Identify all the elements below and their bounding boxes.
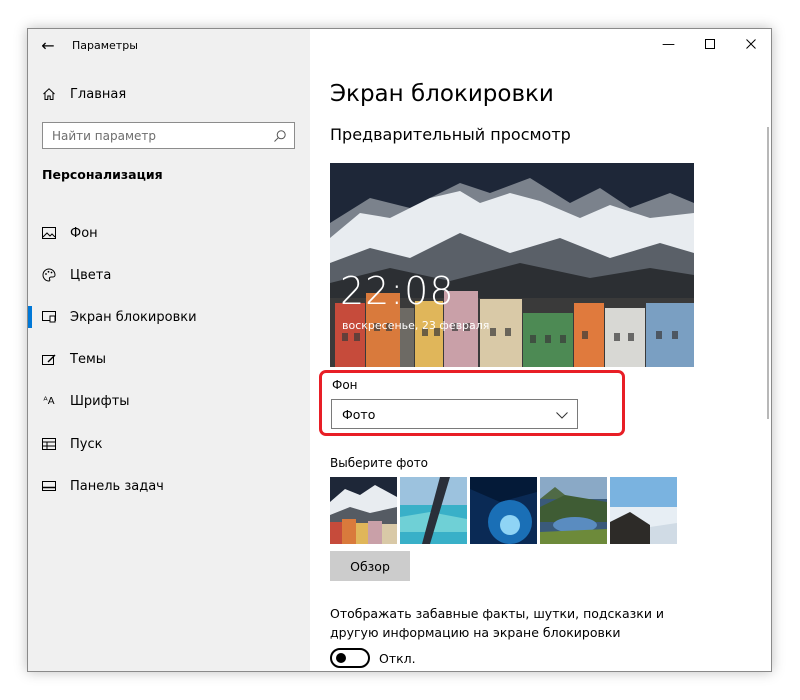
fun-facts-label: Отображать забавные факты, шутки, подска… xyxy=(330,606,665,640)
maximize-button[interactable] xyxy=(689,29,730,59)
themes-icon xyxy=(42,353,56,367)
palette-icon xyxy=(42,268,56,282)
photo-thumbnail-fjord[interactable] xyxy=(540,477,607,544)
sidebar-item-start[interactable]: Пуск xyxy=(28,423,310,465)
choose-photo-label: Выберите фото xyxy=(330,456,429,470)
fun-facts-toggle-row: Откл. xyxy=(330,648,416,668)
sidebar-item-label: Фон xyxy=(70,225,98,241)
window-controls: — xyxy=(648,29,771,59)
back-button[interactable]: ← xyxy=(28,29,68,61)
sidebar-item-background[interactable]: Фон xyxy=(28,212,310,254)
photo-thumbnails xyxy=(330,477,677,544)
sidebar-item-label: Шрифты xyxy=(70,394,130,410)
sidebar-item-taskbar[interactable]: Панель задач xyxy=(28,465,310,507)
browse-button[interactable]: Обзор xyxy=(330,551,410,581)
nav-list: Фон Цвета Экран блокировки Темы ᴬA Шрифт… xyxy=(28,212,310,507)
section-label: Персонализация xyxy=(42,167,163,182)
start-icon xyxy=(42,437,56,451)
settings-window: ← Параметры Главная Найти параметр Персо… xyxy=(27,28,772,672)
sidebar-item-colors[interactable]: Цвета xyxy=(28,254,310,296)
search-input[interactable]: Найти параметр xyxy=(42,122,295,149)
picture-icon xyxy=(42,226,56,240)
fun-facts-toggle[interactable] xyxy=(330,648,370,668)
back-arrow-icon: ← xyxy=(41,35,55,55)
search-placeholder: Найти параметр xyxy=(52,128,156,143)
photo-thumbnail-coast[interactable] xyxy=(610,477,677,544)
sidebar-item-themes[interactable]: Темы xyxy=(28,339,310,381)
photo-thumbnail-lagoon[interactable] xyxy=(400,477,467,544)
home-icon xyxy=(42,87,56,101)
sidebar-item-label: Темы xyxy=(70,352,107,368)
highlight-frame xyxy=(319,370,625,436)
photo-thumbnail-ice-cave[interactable] xyxy=(470,477,537,544)
scrollbar[interactable] xyxy=(767,127,769,419)
sidebar-item-label: Цвета xyxy=(70,267,112,283)
maximize-icon xyxy=(704,39,715,49)
taskbar-icon xyxy=(42,479,56,493)
sidebar-item-label: Панель задач xyxy=(70,478,164,494)
title-bar: ← Параметры xyxy=(28,29,310,61)
nav-home-label: Главная xyxy=(70,86,127,102)
preview-date: воскресенье, 23 февраля xyxy=(342,319,490,332)
minimize-icon: — xyxy=(662,36,675,52)
photo-thumbnail-mountains[interactable] xyxy=(330,477,397,544)
app-title: Параметры xyxy=(72,38,138,52)
preview-clock: 22:08 xyxy=(340,269,455,313)
mountain-photo xyxy=(330,163,694,367)
sidebar-item-label: Пуск xyxy=(70,436,103,452)
sidebar-item-lock-screen[interactable]: Экран блокировки xyxy=(28,296,310,338)
fonts-icon: ᴬA xyxy=(43,396,55,408)
sidebar-item-label: Экран блокировки xyxy=(70,309,197,325)
close-icon xyxy=(745,39,756,49)
toggle-knob xyxy=(336,653,346,663)
preview-heading: Предварительный просмотр xyxy=(330,125,571,144)
main-content: — Экран блокировки Предварительный просм… xyxy=(310,29,771,671)
sidebar: ← Параметры Главная Найти параметр Персо… xyxy=(28,29,310,671)
lock-screen-preview: 22:08 воскресенье, 23 февраля xyxy=(330,163,694,367)
search-icon xyxy=(274,130,286,142)
close-button[interactable] xyxy=(730,29,771,59)
minimize-button[interactable]: — xyxy=(648,29,689,59)
toggle-state-label: Откл. xyxy=(379,650,416,666)
page-title: Экран блокировки xyxy=(330,81,554,107)
sidebar-item-fonts[interactable]: ᴬA Шрифты xyxy=(28,381,310,423)
lock-screen-icon xyxy=(42,310,56,324)
nav-home[interactable]: Главная xyxy=(28,79,310,109)
